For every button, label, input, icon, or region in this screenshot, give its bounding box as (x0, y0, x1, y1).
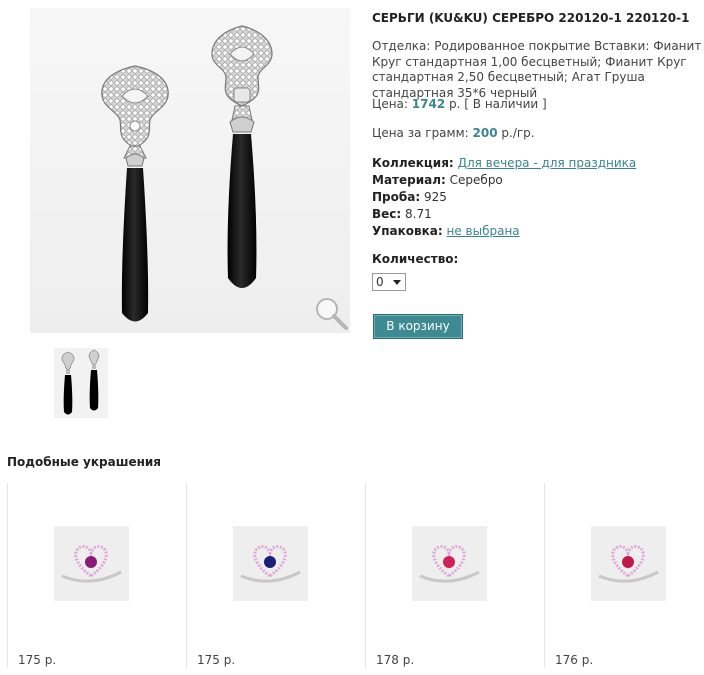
similar-item-price: 176 р. (555, 653, 594, 667)
quantity-label: Количество: (372, 252, 459, 266)
similar-item-price: 175 р. (197, 653, 236, 667)
chevron-down-icon (393, 280, 401, 285)
product-thumbnail[interactable] (54, 348, 108, 418)
price-currency: р. (449, 97, 461, 111)
material-value: Серебро (449, 173, 503, 187)
similar-item-price: 178 р. (376, 653, 415, 667)
price-row: Цена: 1742 р. [ В наличии ] (372, 97, 547, 111)
quantity-value: 0 (376, 275, 384, 289)
package-label: Упаковка: (372, 224, 443, 238)
gram-value: 200 (472, 126, 498, 140)
weight-value: 8.71 (405, 207, 432, 221)
availability-status: [ В наличии ] (464, 97, 547, 111)
similar-items-title: Подобные украшения (7, 455, 162, 469)
heart-ring-icon (61, 545, 122, 583)
gram-unit: р./гр. (501, 126, 535, 140)
similar-item-image[interactable] (233, 526, 308, 601)
package-link[interactable]: не выбрана (447, 224, 520, 238)
property-collection: Коллекция: Для вечера - для праздника (372, 155, 636, 172)
price-label: Цена: (372, 97, 408, 111)
price-per-gram-row: Цена за грамм: 200 р./гр. (372, 126, 535, 140)
similar-item-image[interactable] (54, 526, 129, 601)
product-title: СЕРЬГИ (KU&KU) СЕРЕБРО 220120-1 220120-1 (372, 11, 690, 25)
card-divider (7, 483, 8, 668)
heart-ring-icon (419, 545, 480, 583)
heart-ring-icon (240, 545, 301, 583)
add-to-cart-button[interactable]: В корзину (373, 314, 463, 339)
property-package: Упаковка: не выбрана (372, 223, 636, 240)
earrings-thumbnail-icon (61, 349, 100, 415)
gram-label: Цена за грамм: (372, 126, 469, 140)
probe-value: 925 (423, 190, 447, 204)
weight-label: Вес: (372, 207, 402, 221)
magnifier-icon[interactable] (312, 295, 352, 335)
product-main-image[interactable] (30, 8, 350, 333)
similar-item-image[interactable] (412, 526, 487, 601)
card-divider (186, 483, 187, 668)
heart-ring-icon (598, 545, 659, 583)
quantity-select[interactable]: 0 (372, 273, 406, 291)
earrings-illustration (101, 25, 273, 322)
material-label: Материал: (372, 173, 446, 187)
product-properties: Коллекция: Для вечера - для праздника Ма… (372, 155, 636, 240)
collection-label: Коллекция: (372, 156, 454, 170)
collection-link[interactable]: Для вечера - для праздника (458, 156, 637, 170)
product-description: Отделка: Родированное покрытие Вставки: … (372, 39, 702, 100)
similar-item-image[interactable] (591, 526, 666, 601)
property-probe: Проба: 925 (372, 189, 636, 206)
price-value: 1742 (411, 97, 446, 111)
property-weight: Вес: 8.71 (372, 206, 636, 223)
probe-label: Проба: (372, 190, 421, 204)
property-material: Материал: Серебро (372, 172, 636, 189)
card-divider (365, 483, 366, 668)
similar-item-price: 175 р. (18, 653, 57, 667)
card-divider (544, 483, 545, 668)
